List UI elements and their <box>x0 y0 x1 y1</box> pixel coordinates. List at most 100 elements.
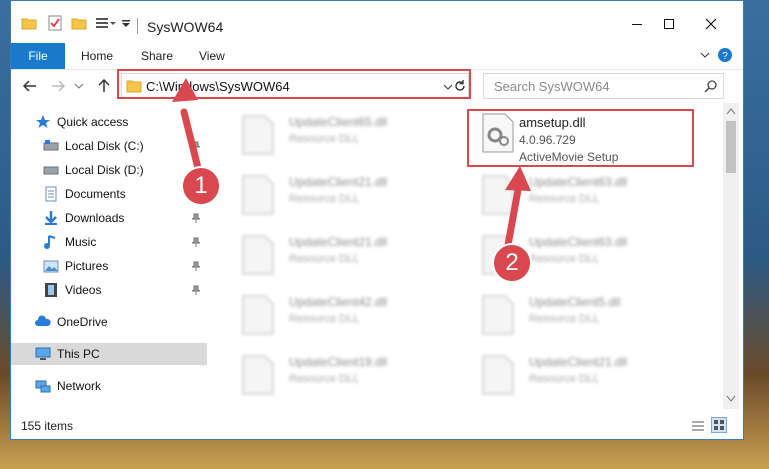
file-name: UpdateClient63.dll <box>529 235 628 249</box>
file-description: Resource DLL <box>529 373 600 385</box>
chevron-down-icon[interactable] <box>121 15 131 31</box>
sidebar-item-label: OneDrive <box>57 315 108 329</box>
sidebar-item-network[interactable]: Network <box>11 375 207 397</box>
status-bar: 155 items <box>11 409 743 439</box>
dll-file-icon <box>242 175 274 215</box>
file-description: Resource DLL <box>289 373 360 385</box>
sidebar-item-local-disk-d[interactable]: Local Disk (D:) <box>11 159 207 181</box>
customize-toolbar-icon[interactable] <box>95 15 117 31</box>
step-badge-1: 1 <box>181 166 221 206</box>
chevron-down-icon[interactable] <box>73 77 85 95</box>
pin-icon[interactable] <box>191 261 201 271</box>
sidebar-item-pictures[interactable]: Pictures <box>11 255 207 277</box>
scroll-down-icon[interactable] <box>726 395 736 403</box>
sidebar-item-music[interactable]: Music <box>11 231 207 253</box>
list-item[interactable]: UpdateClient21.dll Resource DLL <box>231 227 461 283</box>
item-count: 155 items <box>21 419 74 433</box>
sidebar-item-onedrive[interactable]: OneDrive <box>11 311 207 333</box>
dll-file-icon <box>242 355 274 395</box>
sidebar-item-quick-access[interactable]: Quick access <box>11 111 207 133</box>
file-name: UpdateClient65.dll <box>289 115 388 129</box>
search-placeholder: Search SysWOW64 <box>494 79 610 94</box>
title-separator <box>137 18 138 34</box>
list-item[interactable]: UpdateClient5.dll Resource DLL <box>471 287 701 343</box>
help-icon[interactable]: ? <box>717 47 733 63</box>
file-name: UpdateClient63.dll <box>529 175 628 189</box>
file-name: UpdateClient5.dll <box>529 295 621 309</box>
dll-file-icon <box>242 115 274 155</box>
sidebar-item-label: Quick access <box>57 115 129 129</box>
file-name: UpdateClient21.dll <box>289 175 388 189</box>
drive-icon <box>43 140 59 151</box>
large-icons-view-icon[interactable] <box>711 417 727 433</box>
close-button[interactable] <box>695 13 727 35</box>
drive-icon <box>43 166 59 175</box>
forward-arrow-icon[interactable] <box>49 77 67 95</box>
sidebar-item-this-pc[interactable]: This PC <box>11 343 207 365</box>
list-item[interactable]: UpdateClient21.dll Resource DLL <box>471 347 701 403</box>
properties-icon[interactable] <box>47 15 63 31</box>
scrollbar-thumb[interactable] <box>726 121 736 173</box>
documents-icon <box>45 186 57 202</box>
list-item[interactable]: UpdateClient63.dll Resource DLL <box>471 167 701 223</box>
file-highlight-box <box>467 109 694 167</box>
sidebar-item-downloads[interactable]: Downloads <box>11 207 207 229</box>
pin-icon[interactable] <box>191 237 201 247</box>
details-view-icon[interactable] <box>691 419 705 433</box>
scroll-up-icon[interactable] <box>726 107 736 115</box>
search-box[interactable]: Search SysWOW64 <box>483 73 724 99</box>
list-item[interactable]: UpdateClient65.dll Resource DLL <box>231 107 461 163</box>
list-item[interactable]: UpdateClient19.dll Resource DLL <box>231 347 461 403</box>
file-description: Resource DLL <box>289 193 360 205</box>
tab-home[interactable]: Home <box>81 43 113 69</box>
minimize-button[interactable] <box>621 13 653 35</box>
sidebar-item-label: Local Disk (C:) <box>65 139 144 153</box>
up-arrow-icon[interactable] <box>95 77 113 95</box>
search-icon[interactable] <box>704 79 718 93</box>
address-highlight-box <box>117 69 471 99</box>
file-description: Resource DLL <box>529 313 600 325</box>
sidebar-item-label: Documents <box>65 187 126 201</box>
dll-file-icon <box>482 295 514 335</box>
pictures-icon <box>43 260 59 273</box>
file-description: Resource DLL <box>529 193 600 205</box>
sidebar-item-label: Pictures <box>65 259 109 273</box>
pin-icon[interactable] <box>191 141 201 151</box>
monitor-icon <box>35 347 51 360</box>
file-name: UpdateClient42.dll <box>289 295 388 309</box>
file-name: UpdateClient21.dll <box>529 355 628 369</box>
cloud-icon <box>35 315 51 326</box>
list-item[interactable]: UpdateClient21.dll Resource DLL <box>231 167 461 223</box>
dll-file-icon <box>482 355 514 395</box>
sidebar-item-label: Local Disk (D:) <box>65 163 144 177</box>
file-name: UpdateClient21.dll <box>289 235 388 249</box>
sidebar-item-videos[interactable]: Videos <box>11 279 207 301</box>
pin-icon[interactable] <box>191 213 201 223</box>
sidebar-item-local-disk-c[interactable]: Local Disk (C:) <box>11 135 207 157</box>
explorer-window: SysWOW64 File Home Share View ? C:\Windo… <box>10 0 744 440</box>
tab-file[interactable]: File <box>11 43 65 69</box>
new-folder-icon[interactable] <box>71 15 87 31</box>
tab-view[interactable]: View <box>199 43 225 69</box>
star-icon <box>36 115 50 128</box>
music-note-icon <box>44 235 56 249</box>
chevron-down-icon[interactable] <box>699 49 711 61</box>
sidebar-item-label: This PC <box>57 347 100 361</box>
title-bar: SysWOW64 <box>11 1 743 41</box>
sidebar-item-label: Network <box>57 379 102 393</box>
folder-icon <box>21 18 37 30</box>
maximize-button[interactable] <box>653 13 685 35</box>
dll-file-icon <box>242 295 274 335</box>
dll-file-icon <box>242 235 274 275</box>
step-badge-2: 2 <box>492 243 532 283</box>
back-arrow-icon[interactable] <box>21 77 39 95</box>
file-description: Resource DLL <box>289 133 360 145</box>
file-description: Resource DLL <box>529 253 600 265</box>
file-name: UpdateClient19.dll <box>289 355 388 369</box>
sidebar-item-documents[interactable]: Documents <box>11 183 207 205</box>
pin-icon[interactable] <box>191 285 201 295</box>
film-icon <box>45 283 57 297</box>
tab-share[interactable]: Share <box>141 43 173 69</box>
list-item[interactable]: UpdateClient42.dll Resource DLL <box>231 287 461 343</box>
vertical-scrollbar[interactable] <box>723 103 739 409</box>
